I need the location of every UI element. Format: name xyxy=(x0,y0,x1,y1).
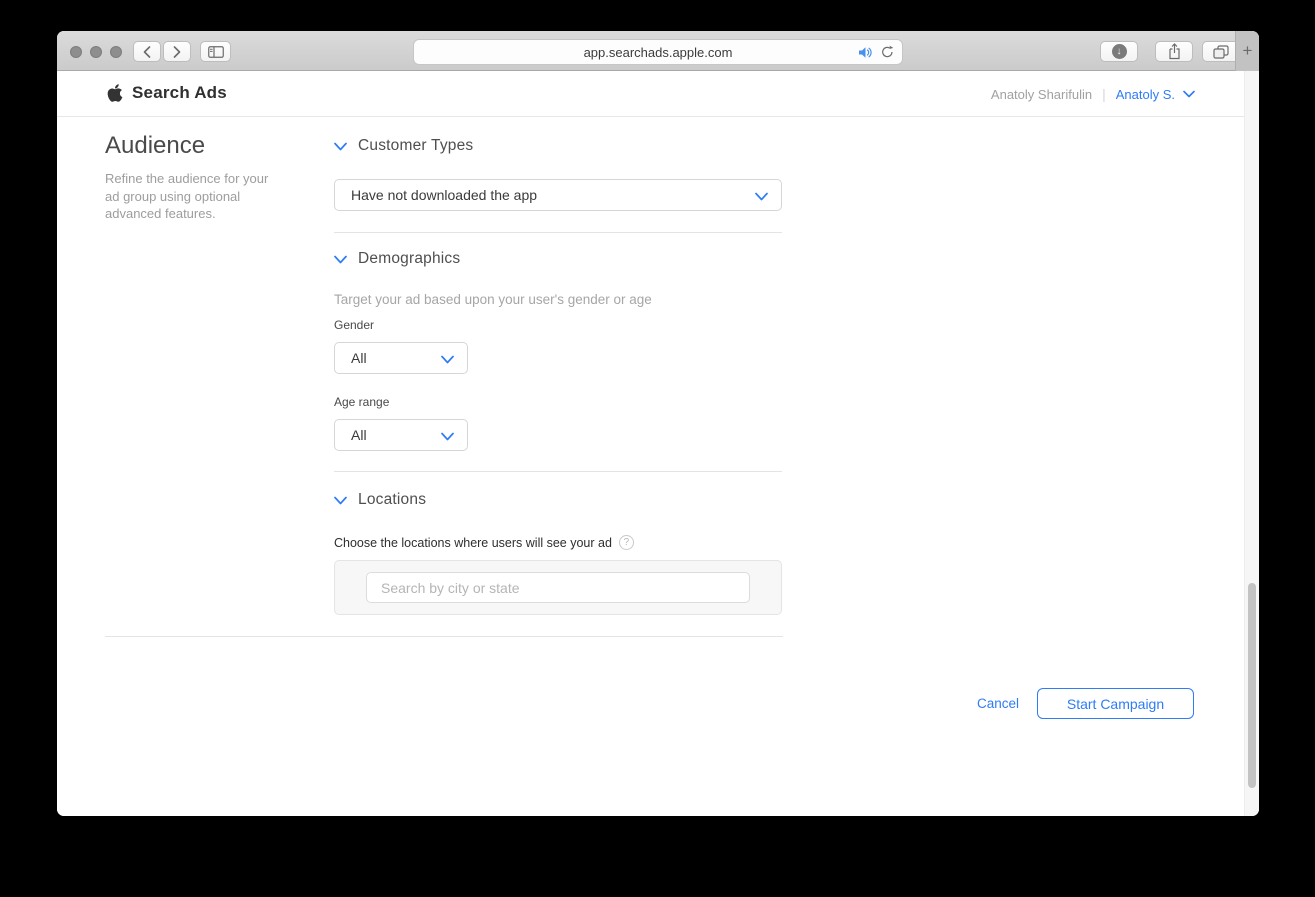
location-search-input[interactable] xyxy=(366,572,750,603)
brand-name: Search Ads xyxy=(132,83,227,102)
account-name: Anatoly Sharifulin xyxy=(990,86,1093,102)
plus-icon: + xyxy=(1242,41,1253,60)
share-icon xyxy=(1168,43,1180,60)
gender-value: All xyxy=(351,350,367,366)
downloads-button[interactable]: ↓ xyxy=(1100,41,1138,62)
chevron-down-icon xyxy=(441,355,454,364)
footer-divider xyxy=(105,636,783,637)
section-title-locations: Locations xyxy=(358,491,427,508)
back-button[interactable] xyxy=(133,41,161,62)
demographics-subtitle: Target your ad based upon your user's ge… xyxy=(334,292,652,307)
age-range-value: All xyxy=(351,427,367,443)
chevron-down-icon xyxy=(755,192,768,201)
section-divider xyxy=(334,471,782,472)
locations-prompt: Choose the locations where users will se… xyxy=(334,535,634,550)
download-icon: ↓ xyxy=(1111,44,1127,59)
sidebar-toggle-button[interactable] xyxy=(200,41,231,62)
chevron-down-icon xyxy=(334,496,347,504)
window-controls xyxy=(70,46,122,58)
section-title-customer-types: Customer Types xyxy=(358,137,474,154)
section-demographics[interactable]: Demographics xyxy=(334,250,460,268)
tabs-icon xyxy=(1213,44,1229,59)
customer-types-value: Have not downloaded the app xyxy=(351,187,538,203)
url-text: app.searchads.apple.com xyxy=(583,44,733,60)
browser-window: app.searchads.apple.com ↓ + Search Ads A… xyxy=(57,31,1259,816)
locations-panel xyxy=(334,560,782,615)
address-bar[interactable]: app.searchads.apple.com xyxy=(413,39,903,65)
section-title-demographics: Demographics xyxy=(358,250,461,267)
gender-dropdown[interactable]: All xyxy=(334,342,468,374)
browser-toolbar: app.searchads.apple.com ↓ + xyxy=(57,31,1259,71)
page-title: Audience xyxy=(105,132,206,159)
page-header: Search Ads Anatoly Sharifulin | Anatoly … xyxy=(57,71,1259,117)
close-window-button[interactable] xyxy=(70,46,82,58)
user-menu-label: Anatoly S. xyxy=(1115,86,1175,102)
locations-prompt-text: Choose the locations where users will se… xyxy=(334,535,612,550)
page-description: Refine the audience for your ad group us… xyxy=(105,171,269,221)
reload-icon[interactable] xyxy=(881,45,894,59)
customer-types-dropdown[interactable]: Have not downloaded the app xyxy=(334,179,782,211)
age-range-dropdown[interactable]: All xyxy=(334,419,468,451)
new-tab-button[interactable]: + xyxy=(1235,31,1259,71)
help-icon[interactable]: ? xyxy=(618,535,634,550)
gender-label: Gender xyxy=(334,318,375,332)
chevron-down-icon xyxy=(334,142,347,150)
header-separator: | xyxy=(1102,86,1106,102)
chevron-down-icon xyxy=(1183,90,1195,98)
section-locations[interactable]: Locations xyxy=(334,491,426,509)
scrollbar-thumb[interactable] xyxy=(1248,583,1256,788)
sidebar-icon xyxy=(207,45,224,58)
apple-logo-icon xyxy=(107,84,123,102)
share-button[interactable] xyxy=(1155,41,1193,62)
section-divider xyxy=(334,232,782,233)
user-menu[interactable]: Anatoly S. xyxy=(1116,87,1195,102)
search-ads-page: Search Ads Anatoly Sharifulin | Anatoly … xyxy=(57,71,1259,816)
scrollbar-track[interactable] xyxy=(1244,71,1259,816)
zoom-window-button[interactable] xyxy=(110,46,122,58)
minimize-window-button[interactable] xyxy=(90,46,102,58)
age-range-label: Age range xyxy=(334,395,390,409)
section-customer-types[interactable]: Customer Types xyxy=(334,137,473,155)
start-campaign-button[interactable]: Start Campaign xyxy=(1037,688,1194,719)
audio-mute-icon[interactable] xyxy=(858,46,874,59)
forward-button[interactable] xyxy=(163,41,191,62)
brand: Search Ads xyxy=(107,83,227,103)
chevron-down-icon xyxy=(334,255,347,263)
cancel-button[interactable]: Cancel xyxy=(977,696,1019,711)
chevron-left-icon xyxy=(143,45,151,58)
chevron-down-icon xyxy=(441,432,454,441)
chevron-right-icon xyxy=(173,45,181,58)
